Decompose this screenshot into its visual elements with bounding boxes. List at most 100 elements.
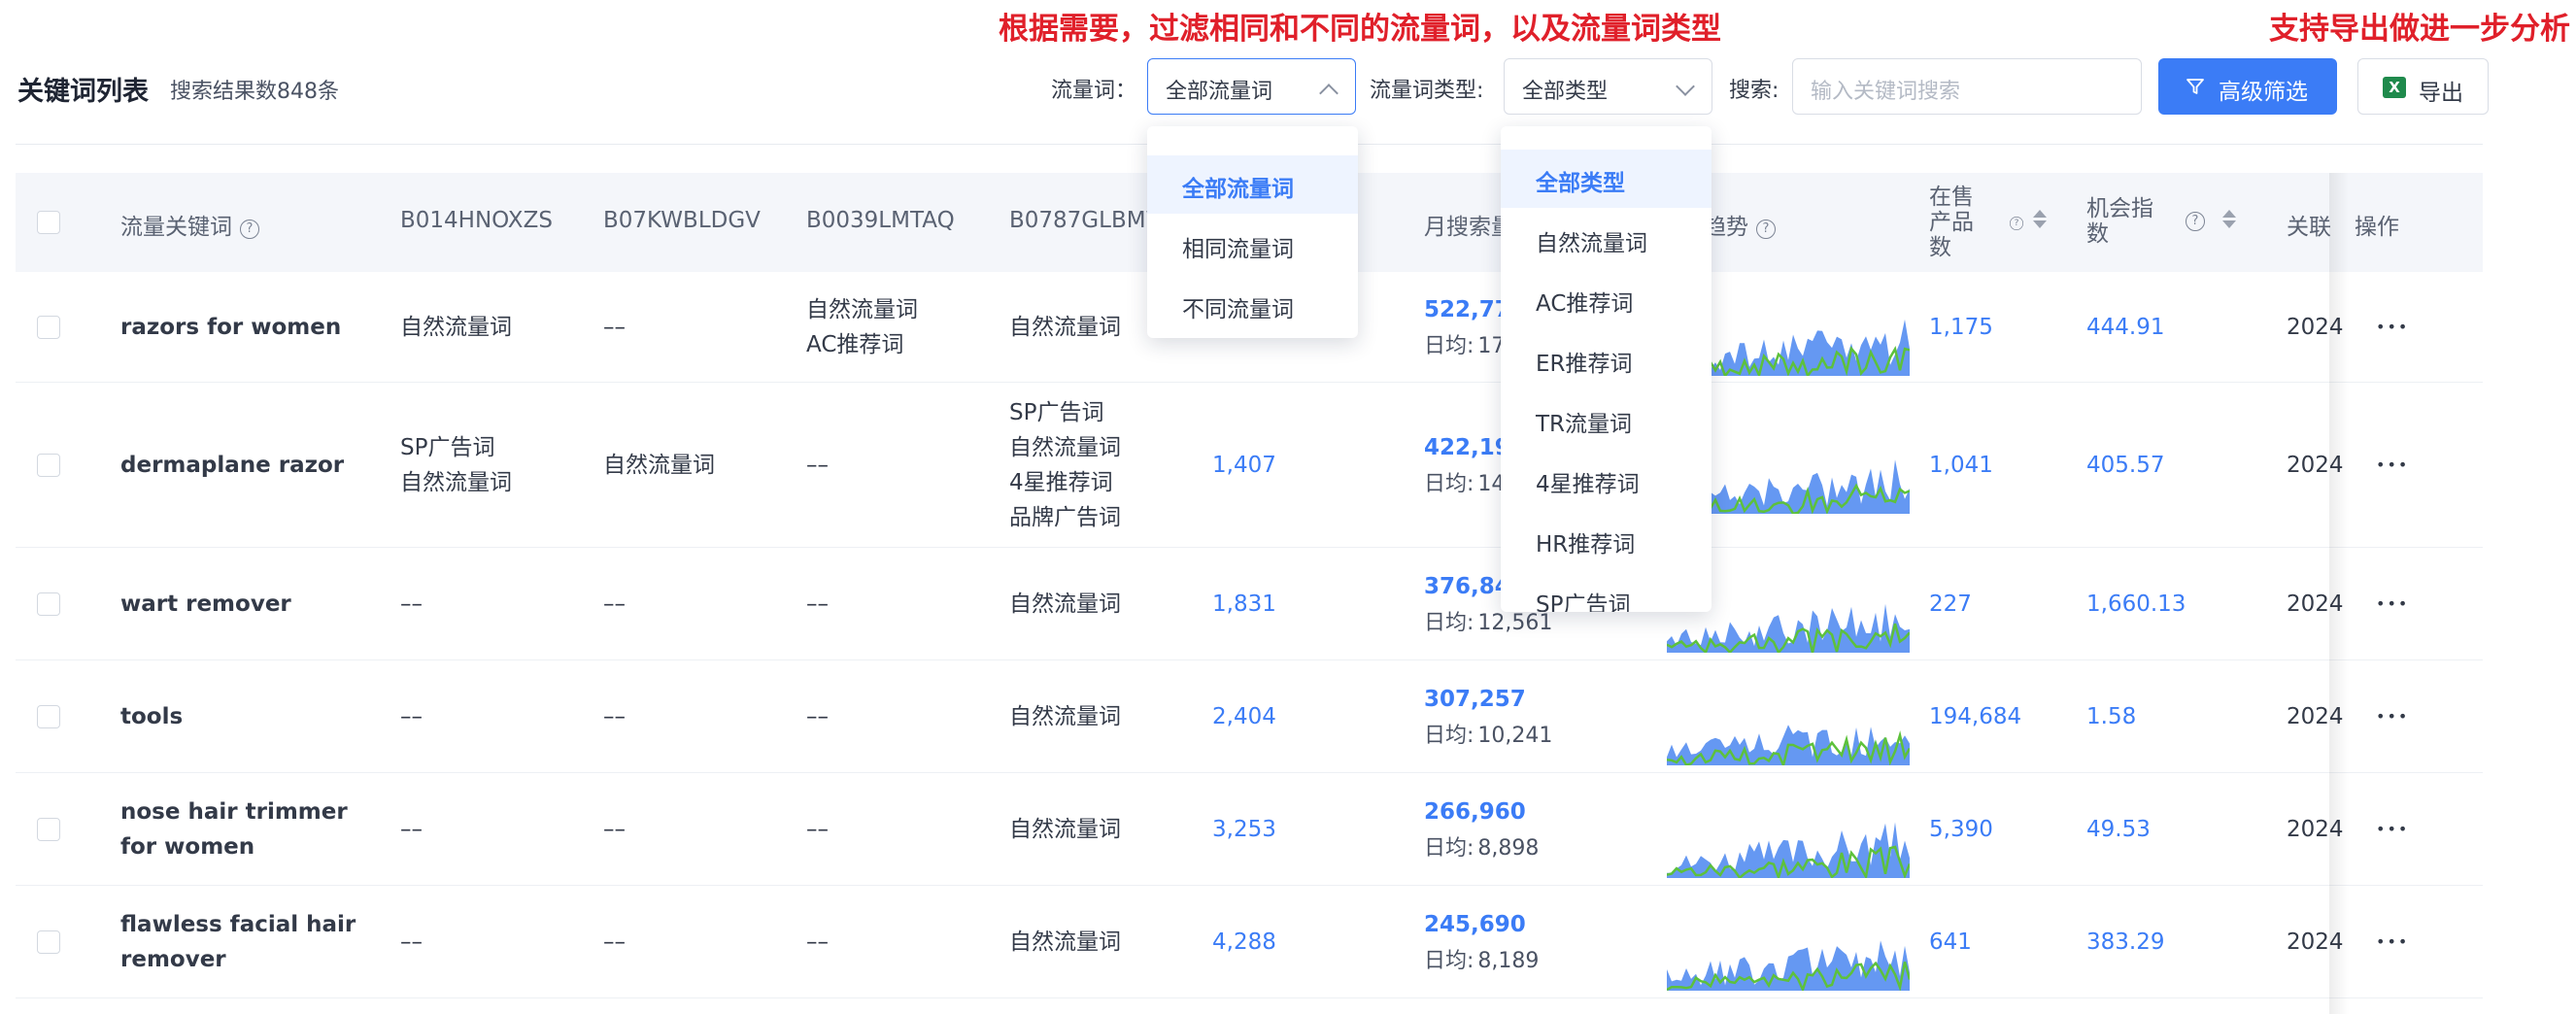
page-title: 关键词列表 <box>17 77 149 107</box>
keyword-cell: nose hair trimmer <box>120 799 348 825</box>
keyword-cell: wart remover <box>120 592 291 617</box>
opportunity-cell[interactable]: 405.57 <box>2086 448 2164 483</box>
keyword-cell: tools <box>120 704 184 729</box>
products-on-sale-cell[interactable]: 1,041 <box>1929 448 1993 483</box>
asin2-cell: –– <box>603 592 626 617</box>
monthly-search-value[interactable]: 307,257 <box>1424 682 1526 717</box>
type-filter-label: 流量词类型: <box>1370 79 1484 103</box>
asin2-cell: 自然流量词 <box>603 453 715 478</box>
asin3-cell: –– <box>806 704 829 729</box>
products-on-sale-cell[interactable]: 641 <box>1929 925 1972 960</box>
keyword-cell: razors for women <box>120 315 342 340</box>
select-all-checkbox[interactable] <box>37 211 60 234</box>
column-header-opportunity: 机会指 数 <box>2086 196 2153 247</box>
traffic-filter-select[interactable]: 全部流量词 <box>1147 58 1356 115</box>
trend-sparkline[interactable] <box>1667 697 1910 765</box>
daily-average: 日均: 8,189 <box>1424 944 1539 979</box>
type-filter-option[interactable]: SP广告词 <box>1501 571 1712 612</box>
rank-cell[interactable]: 3,253 <box>1212 812 1276 847</box>
type-filter-option[interactable]: 自然流量词 <box>1501 210 1712 268</box>
asin4-cell: 自然流量词 <box>1009 704 1121 729</box>
type-filter-option[interactable]: ER推荐词 <box>1501 330 1712 389</box>
trend-sparkline[interactable] <box>1667 810 1910 878</box>
sort-icon[interactable] <box>2033 210 2047 228</box>
daily-average-label: 日均: <box>1424 334 1474 358</box>
daily-average: 日均: 10,241 <box>1424 719 1552 754</box>
traffic-filter-option-label: 全部流量词 <box>1182 177 1294 202</box>
asin4-cell: 自然流量词 <box>1009 817 1121 842</box>
sort-icon[interactable] <box>2222 210 2236 228</box>
type-filter-option-label: 4星推荐词 <box>1536 472 1640 497</box>
traffic-filter-option[interactable]: 全部流量词 <box>1147 155 1358 214</box>
table-row[interactable]: dermaplane razor SP广告词 自然流量词 自然流量词 –– SP广告词 自然… <box>16 383 2483 548</box>
row-checkbox[interactable] <box>37 592 60 616</box>
asin1-cell: –– <box>400 930 423 955</box>
type-filter-option-label: SP广告词 <box>1536 592 1631 612</box>
products-on-sale-cell[interactable]: 5,390 <box>1929 812 1993 847</box>
traffic-filter-option[interactable]: 相同流量词 <box>1147 216 1358 274</box>
help-icon[interactable]: ? <box>2010 217 2023 230</box>
type-filter-option[interactable]: TR流量词 <box>1501 390 1712 449</box>
export-button[interactable]: X 导出 <box>2357 58 2489 115</box>
opportunity-cell[interactable]: 1,660.13 <box>2086 587 2186 622</box>
opportunity-cell[interactable]: 444.91 <box>2086 310 2164 345</box>
opportunity-cell[interactable]: 49.53 <box>2086 812 2151 847</box>
column-header-products-on-sale: 在售 产品 数 <box>1929 185 1974 260</box>
asin2-cell: –– <box>603 817 626 842</box>
type-filter-option[interactable]: 4星推荐词 <box>1501 451 1712 509</box>
daily-average-value: 10,241 <box>1477 724 1553 748</box>
asin4-cell: 自然流量词 <box>1009 930 1121 955</box>
products-on-sale-cell[interactable]: 1,175 <box>1929 310 1993 345</box>
row-checkbox[interactable] <box>37 705 60 728</box>
asin4-cell: 品牌广告词 <box>1009 505 1121 530</box>
type-filter-select[interactable]: 全部类型 <box>1504 58 1712 115</box>
type-filter-option-label: TR流量词 <box>1536 412 1633 437</box>
row-checkbox[interactable] <box>37 818 60 841</box>
asin3-cell: –– <box>806 592 829 617</box>
trend-sparkline[interactable] <box>1667 923 1910 991</box>
products-on-sale-cell[interactable]: 194,684 <box>1929 699 2021 734</box>
rank-cell[interactable]: 4,288 <box>1212 925 1276 960</box>
rank-cell[interactable]: 1,831 <box>1212 587 1276 622</box>
daily-average-label: 日均: <box>1424 949 1474 973</box>
type-filter-option[interactable]: HR推荐词 <box>1501 511 1712 569</box>
table-row[interactable]: wart remover –– –– –– 自然流量词 1,831 376,849 日均: 12… <box>16 548 2483 660</box>
row-checkbox[interactable] <box>37 316 60 339</box>
type-filter-option[interactable]: AC推荐词 <box>1501 270 1712 328</box>
row-checkbox[interactable] <box>37 454 60 477</box>
keyword-cell: flawless facial hair <box>120 912 356 937</box>
asin3-cell: 自然流量词 <box>806 297 918 322</box>
daily-average: 日均: 14 <box>1424 467 1505 502</box>
search-label: 搜索: <box>1729 79 1779 103</box>
traffic-filter-option[interactable]: 不同流量词 <box>1147 276 1358 334</box>
monthly-search-value[interactable]: 245,690 <box>1424 907 1526 942</box>
table-row[interactable]: nose hair trimmer for women –– –– –– 自然流量词 3,2… <box>16 773 2483 886</box>
rank-cell[interactable]: 2,404 <box>1212 699 1276 734</box>
search-placeholder: 输入关键词搜索 <box>1811 80 1961 104</box>
search-input[interactable]: 输入关键词搜索 <box>1792 58 2142 115</box>
opportunity-cell[interactable]: 383.29 <box>2086 925 2164 960</box>
rank-cell[interactable]: 1,407 <box>1212 448 1276 483</box>
fixed-column-shadow <box>2329 173 2485 1014</box>
monthly-search-value[interactable]: 266,960 <box>1424 794 1526 829</box>
export-label: 导出 <box>2419 81 2463 106</box>
help-icon[interactable]: ? <box>240 220 259 239</box>
opportunity-cell[interactable]: 1.58 <box>2086 699 2136 734</box>
asin3-cell: –– <box>806 453 829 478</box>
row-checkbox[interactable] <box>37 930 60 954</box>
help-icon[interactable]: ? <box>2186 212 2205 231</box>
column-header-related: 关联 <box>2287 215 2331 240</box>
products-on-sale-cell[interactable]: 227 <box>1929 587 1972 622</box>
asin4-cell: 自然流量词 <box>1009 315 1121 340</box>
daily-average: 日均: 8,898 <box>1424 831 1539 866</box>
help-icon[interactable]: ? <box>1756 220 1776 239</box>
advanced-filter-button[interactable]: 高级筛选 <box>2158 58 2337 115</box>
asin1-cell: 自然流量词 <box>400 470 512 495</box>
table-row[interactable]: flawless facial hair remover –– –– –– 自然流量词 4,… <box>16 886 2483 998</box>
table-row[interactable]: tools –– –– –– 自然流量词 2,404 307,257 日均: 10,241 194… <box>16 660 2483 773</box>
traffic-filter-dropdown: 全部流量词相同流量词 不同流量词 <box>1147 126 1358 338</box>
daily-average-value: 8,898 <box>1477 836 1540 861</box>
type-filter-option[interactable]: 全部类型 <box>1501 150 1712 208</box>
daily-average-label: 日均: <box>1424 724 1474 748</box>
chevron-down-icon <box>1676 77 1695 96</box>
